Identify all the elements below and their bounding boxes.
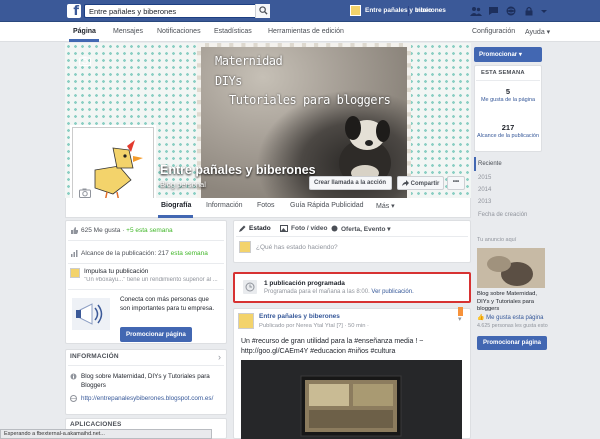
weekly-reach-label[interactable]: Alcance de la publicación [474, 133, 542, 140]
post-text: Un #recurso de gran utilidad para la #en… [241, 338, 424, 355]
apps-header: APLICACIONES [70, 421, 122, 428]
chevron-right-icon[interactable]: › [218, 352, 221, 362]
tab-biografia[interactable]: Biografía [161, 202, 191, 209]
tab-mensajes[interactable]: Mensajes [113, 28, 143, 35]
more-options-button[interactable]: ••• [447, 176, 465, 190]
info-icon [70, 373, 77, 380]
promote-page-button-ad[interactable]: Promocionar página [477, 336, 548, 350]
composer-tab-offer[interactable]: Oferta, Evento ▾ [341, 225, 391, 233]
post-link-preview-image[interactable] [241, 360, 462, 439]
ad-likes-count: 4.625 personas les gusta esto [477, 323, 548, 329]
help-link[interactable]: Ayuda ▾ [525, 28, 550, 36]
year-reciente[interactable]: Reciente [478, 161, 502, 167]
connect-message: Conecta con más personas que son importa… [120, 296, 215, 312]
tab-guia-rapida-publicidad[interactable]: Guía Rápida Publicidad [290, 202, 364, 209]
year-fecha-creacion[interactable]: Fecha de creación [478, 212, 527, 218]
composer-input[interactable]: ¿Qué has estado haciendo? [256, 244, 338, 251]
tab-fotos[interactable]: Fotos [257, 202, 275, 209]
page-title: Entre pañales y biberones [160, 163, 316, 177]
browser-status-bar: Esperando a fbexternal-a.akamaihd.net... [0, 429, 212, 439]
post-meta: Publicado por Nerea Ytal Ytal [?] · 50 m… [259, 323, 369, 329]
composer-avatar [239, 241, 251, 253]
settings-link[interactable]: Configuración [472, 28, 515, 35]
scheduled-subtitle: Programada para el mañana a las 8:00. Ve… [264, 289, 414, 295]
tab-notificaciones[interactable]: Notificaciones [157, 28, 201, 35]
post-options-chevron-icon[interactable]: ▾ [458, 315, 462, 323]
info-header: INFORMACIÓN [70, 353, 119, 360]
weekly-reach-value: 217 [501, 123, 515, 132]
boost-post-title[interactable]: Impulsa tu publicación [84, 268, 148, 275]
year-2014[interactable]: 2014 [478, 187, 491, 193]
post-author-avatar[interactable] [238, 313, 254, 329]
scheduled-title: 1 publicación programada [264, 280, 345, 287]
composer-tab-photo[interactable]: Foto / vídeo [291, 225, 327, 232]
globe-icon [70, 395, 77, 402]
page-likes-count: 625 Me gusta · +5 esta semana [81, 227, 173, 234]
search-button[interactable] [255, 4, 270, 18]
post-author-name[interactable]: Entre pañales y biberones [259, 313, 340, 320]
ad-header: Tu anuncio aquí [477, 237, 517, 243]
weekly-likes-label[interactable]: Me gusta de la página [474, 97, 542, 104]
tab-pagina[interactable]: Página [73, 28, 96, 35]
page-category: Blog personal [160, 180, 206, 189]
year-active-indicator [474, 157, 476, 171]
tab-estadisticas[interactable]: Estadísticas [214, 28, 252, 35]
top-divider [408, 6, 409, 16]
offer-event-icon [331, 225, 338, 232]
website-link[interactable]: http://entrepanalesybiberones.blogspot.c… [81, 395, 213, 402]
change-cover-camera-icon[interactable] [79, 56, 91, 68]
tab-informacion[interactable]: Información [206, 202, 243, 209]
create-call-to-action-button[interactable]: Crear llamada a la acción [309, 176, 392, 190]
page-avatar-small[interactable] [350, 5, 361, 16]
friend-requests-icon[interactable] [470, 6, 482, 16]
photo-video-icon [280, 225, 288, 232]
promo-thumbnail [70, 268, 80, 278]
cover-text-line-2: DIYs [215, 74, 242, 88]
account-menu-chevron-icon[interactable] [540, 6, 551, 16]
this-week-header: ESTA SEMANA [481, 70, 525, 76]
facebook-logo-icon[interactable]: f [67, 4, 81, 18]
notifications-globe-icon[interactable] [506, 6, 517, 16]
composer-tab-status[interactable]: Estado [249, 225, 271, 232]
active-timeline-tab-indicator [158, 215, 193, 218]
status-pencil-icon [239, 225, 246, 232]
boost-post-snippet: "Un #boxayu..." tiene un rendimiento sup… [84, 277, 218, 283]
reach-chart-icon [71, 250, 78, 257]
cover-text-line-3: Tutoriales para bloggers [229, 93, 391, 107]
messages-icon[interactable] [488, 6, 499, 16]
view-scheduled-link[interactable]: Ver publicación. [371, 289, 413, 295]
ad-like-link[interactable]: 👍 Me gusta esta página [477, 314, 544, 321]
clock-icon [243, 280, 257, 294]
cover-text-line-1: Maternidad [215, 54, 283, 68]
active-tab-indicator [69, 39, 99, 42]
share-button[interactable]: Compartir [397, 176, 444, 190]
ad-image[interactable] [477, 248, 545, 288]
search-input[interactable]: Entre pañales y biberones [84, 4, 270, 18]
megaphone-icon [72, 298, 110, 330]
search-icon [259, 6, 268, 15]
post-reach-text: Alcance de la publicación: 217 esta sema… [81, 250, 208, 257]
year-2013[interactable]: 2013 [478, 199, 491, 205]
promote-button-top[interactable]: Promocionar ▾ [474, 47, 542, 62]
home-link[interactable]: Inicio [415, 7, 432, 14]
tab-herramientas-edicion[interactable]: Herramientas de edición [268, 28, 344, 35]
about-description: Blog sobre Maternidad, DIYs y Tutoriales… [81, 373, 210, 389]
tab-mas[interactable]: Más ▾ [376, 202, 395, 210]
weekly-likes-value: 5 [505, 87, 511, 96]
ad-description: Blog sobre Maternidad, DIYs y Tutoriales… [477, 291, 537, 312]
promote-page-button-left[interactable]: Promocionar página [120, 327, 192, 342]
like-thumb-icon [71, 227, 78, 234]
privacy-lock-icon[interactable] [524, 6, 535, 16]
share-arrow-icon [402, 180, 409, 186]
year-2015[interactable]: 2015 [478, 175, 491, 181]
scheduled-post-card[interactable] [233, 272, 471, 303]
top-page-name-link[interactable]: Entre pañales y biberones [365, 7, 446, 14]
